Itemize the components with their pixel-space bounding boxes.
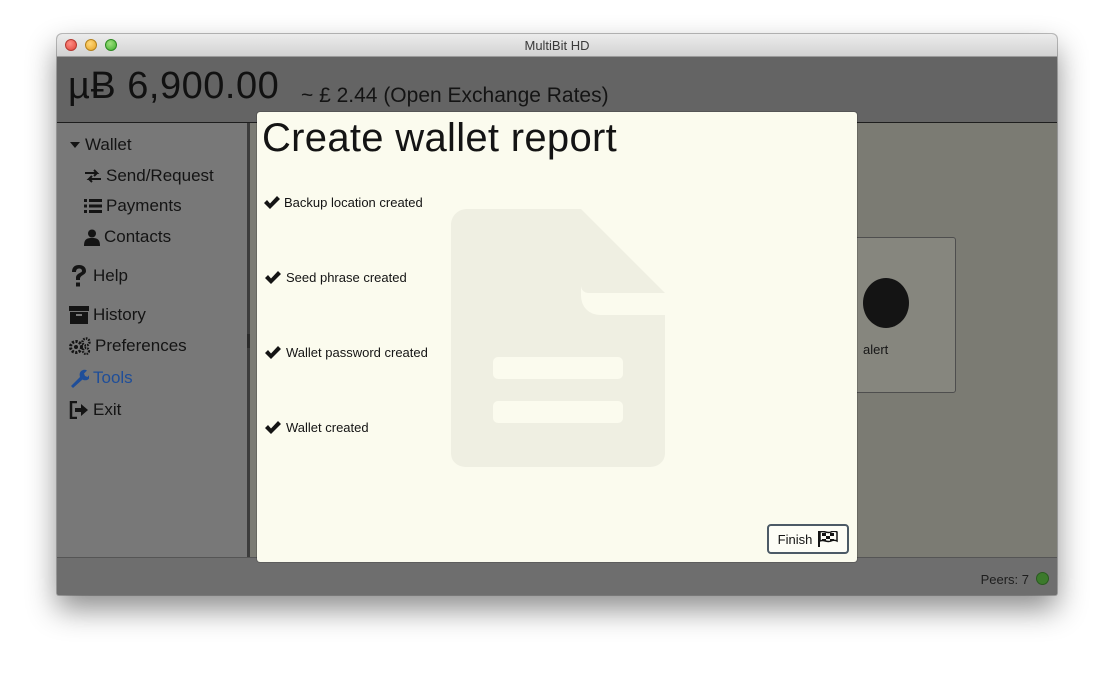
- balance-amount: µɃ 6,900.00: [68, 65, 280, 107]
- window-title: MultiBit HD: [524, 38, 590, 53]
- sidebar-item-label: Wallet: [85, 135, 132, 154]
- sidebar-item-tools[interactable]: Tools: [69, 368, 133, 388]
- sidebar-item-label: Payments: [106, 196, 182, 215]
- sidebar-item-preferences[interactable]: Preferences: [69, 336, 187, 356]
- sidebar-item-exit[interactable]: Exit: [69, 400, 121, 420]
- finish-button[interactable]: Finish: [767, 524, 849, 554]
- caret-down-icon: [70, 142, 80, 148]
- sidebar-item-label: Preferences: [95, 336, 187, 355]
- sidebar-item-label: Send/Request: [106, 166, 214, 185]
- step-backup-location: Backup location created: [263, 195, 423, 210]
- step-label: Wallet password created: [286, 345, 428, 360]
- check-icon: [265, 346, 281, 359]
- step-label: Backup location created: [284, 195, 423, 210]
- sign-out-icon: [69, 401, 88, 419]
- cogs-icon: [69, 337, 91, 355]
- dialog-title: Create wallet report: [262, 116, 618, 160]
- sidebar-item-send-request[interactable]: Send/Request: [84, 166, 214, 186]
- step-wallet-created: Wallet created: [263, 420, 369, 435]
- step-seed-phrase: Seed phrase created: [263, 270, 407, 285]
- check-icon: [265, 421, 281, 434]
- fiat-equivalent: ~ £ 2.44 (Open Exchange Rates): [301, 84, 609, 107]
- step-label: Wallet created: [286, 420, 369, 435]
- check-icon: [265, 271, 281, 284]
- finish-button-label: Finish: [777, 531, 813, 547]
- sidebar-item-label: History: [93, 305, 146, 324]
- question-icon: [72, 265, 86, 287]
- sidebar-item-wallet[interactable]: Wallet: [69, 135, 132, 155]
- network-status-indicator: [1036, 572, 1049, 585]
- sidebar-item-help[interactable]: Help: [69, 264, 128, 288]
- check-icon: [264, 196, 280, 209]
- create-wallet-report-dialog: Create wallet report Backup location cre…: [257, 112, 857, 562]
- step-label: Seed phrase created: [286, 270, 407, 285]
- sidebar-item-payments[interactable]: Payments: [84, 196, 182, 216]
- sidebar-item-label: Tools: [93, 368, 133, 387]
- alert-icon: [863, 278, 909, 328]
- sidebar: Wallet Send/Request Payments Contacts He…: [57, 123, 247, 557]
- status-bar: Peers: 7: [57, 557, 1057, 595]
- archive-icon: [69, 306, 89, 324]
- user-icon: [84, 229, 100, 246]
- wrench-icon: [71, 369, 89, 388]
- step-wallet-password: Wallet password created: [263, 345, 428, 360]
- background-card-label: alert: [863, 342, 889, 357]
- file-text-icon: [451, 209, 665, 467]
- sidebar-item-contacts[interactable]: Contacts: [84, 227, 171, 247]
- sidebar-item-label: Exit: [93, 400, 122, 419]
- flag-checkered-icon: [818, 531, 839, 547]
- sidebar-item-history[interactable]: History: [69, 305, 146, 325]
- sidebar-item-label: Help: [93, 266, 128, 285]
- sidebar-item-label: Contacts: [104, 227, 172, 246]
- peers-count: Peers: 7: [980, 572, 1029, 587]
- title-bar: MultiBit HD: [57, 34, 1057, 57]
- list-icon: [84, 199, 102, 213]
- exchange-icon: [85, 169, 101, 183]
